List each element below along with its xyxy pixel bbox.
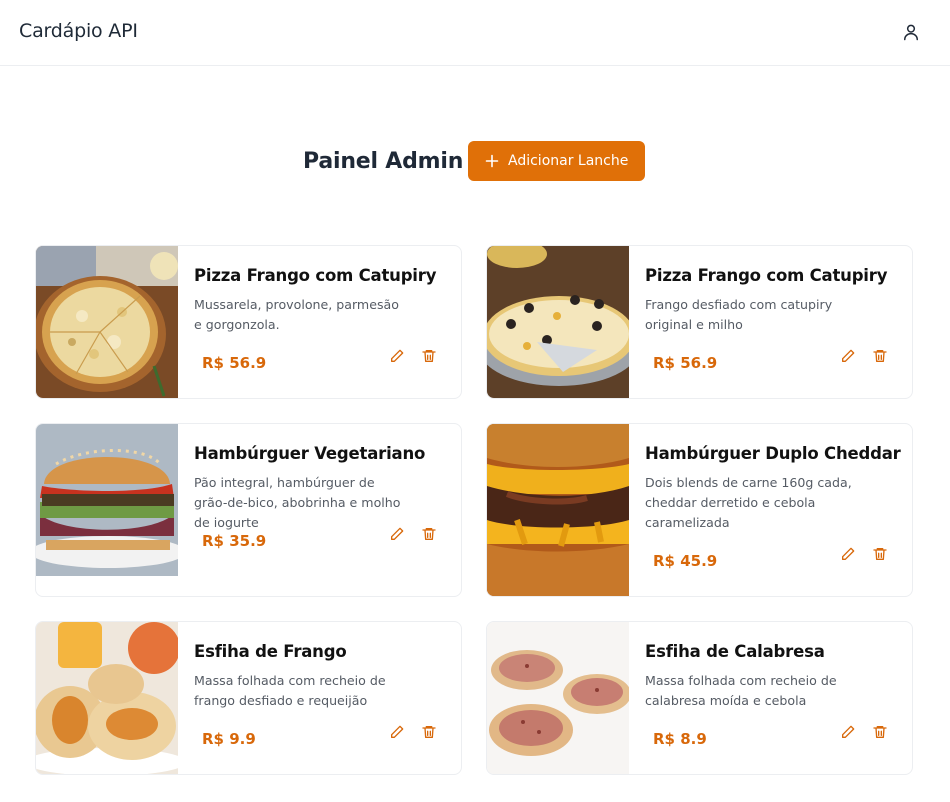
item-name: Pizza Frango com Catupiry [645,266,888,285]
trash-icon [421,526,437,546]
user-icon[interactable] [898,19,924,45]
item-price: R$ 35.9 [202,532,267,550]
app-title[interactable]: Cardápio API [19,20,138,42]
item-image [487,246,629,398]
item-name: Hambúrguer Duplo Cheddar [645,444,901,463]
item-description: Mussarela, provolone, parmesão e gorgonz… [194,297,399,332]
pencil-icon [389,526,405,546]
edit-button[interactable] [839,349,857,367]
trash-icon [421,348,437,368]
pencil-icon [840,546,856,566]
menu-item-card: Esfiha de Calabresa Massa folhada com re… [486,621,913,775]
item-price: R$ 56.9 [202,354,267,372]
trash-icon [421,724,437,744]
delete-button[interactable] [871,547,889,565]
edit-button[interactable] [388,349,406,367]
item-price: R$ 9.9 [202,730,256,748]
item-image [36,246,178,398]
navbar: Cardápio API [0,0,950,66]
item-name: Esfiha de Frango [194,642,347,661]
add-item-button[interactable]: Adicionar Lanche [468,141,645,181]
admin-header: Painel Admin Adicionar Lanche [0,141,950,181]
pencil-icon [389,348,405,368]
menu-item-card: Pizza Frango com Catupiry Frango desfiad… [486,245,913,399]
delete-button[interactable] [871,349,889,367]
add-item-button-label: Adicionar Lanche [508,153,629,169]
item-image [36,622,178,774]
trash-icon [872,546,888,566]
delete-button[interactable] [420,349,438,367]
delete-button[interactable] [420,527,438,545]
item-price: R$ 45.9 [653,552,718,570]
item-image [487,622,629,774]
item-price: R$ 56.9 [653,354,718,372]
edit-button[interactable] [839,725,857,743]
delete-button[interactable] [420,725,438,743]
menu-item-card: Hambúrguer Vegetariano Pão integral, ham… [35,423,462,597]
item-description: Massa folhada com recheio de calabresa m… [645,673,837,708]
trash-icon [872,348,888,368]
item-image [36,424,178,576]
page-title: Painel Admin [303,149,464,174]
item-name: Esfiha de Calabresa [645,642,825,661]
trash-icon [872,724,888,744]
item-description: Pão integral, hambúrguer de grão-de-bico… [194,475,401,530]
plus-icon [484,153,500,169]
pencil-icon [389,724,405,744]
item-price: R$ 8.9 [653,730,707,748]
item-image [487,424,629,596]
menu-item-card: Hambúrguer Duplo Cheddar Dois blends de … [486,423,913,597]
item-description: Frango desfiado com catupiry original e … [645,297,833,332]
edit-button[interactable] [839,547,857,565]
item-name: Hambúrguer Vegetariano [194,444,426,463]
item-description: Dois blends de carne 160g cada, cheddar … [645,475,852,530]
edit-button[interactable] [388,725,406,743]
menu-item-card: Pizza Frango com Catupiry Mussarela, pro… [35,245,462,399]
edit-button[interactable] [388,527,406,545]
pencil-icon [840,348,856,368]
menu-item-card: Esfiha de Frango Massa folhada com reche… [35,621,462,775]
item-name: Pizza Frango com Catupiry [194,266,437,285]
item-description: Massa folhada com recheio de frango desf… [194,673,386,708]
pencil-icon [840,724,856,744]
delete-button[interactable] [871,725,889,743]
